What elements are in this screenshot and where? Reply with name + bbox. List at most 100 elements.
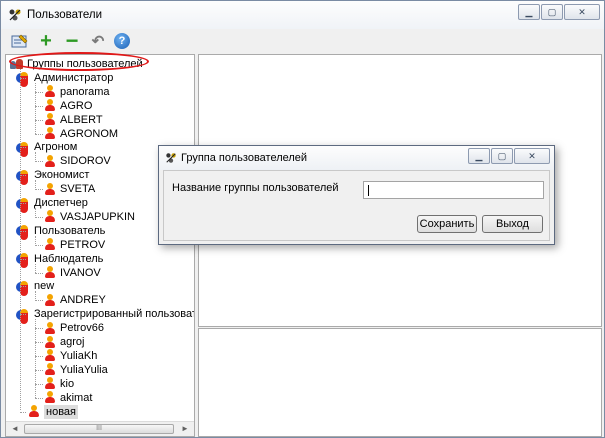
add-icon[interactable]: + bbox=[36, 31, 56, 51]
tree-user[interactable]: akimat bbox=[44, 391, 92, 405]
tree-hscrollbar[interactable]: ◄ III ► bbox=[6, 421, 194, 436]
text-caret bbox=[368, 185, 369, 196]
tree-label: AGRO bbox=[60, 99, 93, 112]
maximize-button[interactable]: ▢ bbox=[541, 4, 563, 20]
tree-label: новая bbox=[44, 404, 78, 419]
user-icon bbox=[44, 321, 56, 335]
tree-connector bbox=[35, 152, 36, 163]
scroll-right-arrow[interactable]: ► bbox=[177, 422, 193, 436]
user-icon bbox=[44, 127, 56, 140]
remove-icon[interactable]: − bbox=[62, 30, 82, 52]
user-icon bbox=[44, 99, 56, 112]
tree-user[interactable]: VASJAPUPKIN bbox=[44, 210, 135, 224]
window-controls: ▁ ▢ ✕ bbox=[518, 4, 600, 20]
tree-label: akimat bbox=[60, 391, 93, 404]
user-icon bbox=[44, 210, 56, 223]
tree-user[interactable]: YuliaYulia bbox=[44, 363, 108, 377]
user-icon bbox=[44, 363, 56, 376]
tree-user[interactable]: SVETA bbox=[44, 182, 95, 196]
tree-label: ALBERT bbox=[60, 113, 103, 126]
group-name-input[interactable] bbox=[363, 181, 544, 199]
edit-icon[interactable] bbox=[10, 31, 30, 51]
tree-user[interactable]: ANDREY bbox=[44, 293, 106, 307]
scroll-thumb[interactable]: III bbox=[24, 424, 174, 434]
tree-group[interactable]: Экономист bbox=[15, 168, 90, 185]
dialog-title: Группа пользователелей bbox=[181, 152, 308, 164]
tree-connector bbox=[35, 263, 36, 274]
user-icon bbox=[44, 113, 56, 126]
scroll-left-arrow[interactable]: ◄ bbox=[7, 422, 23, 436]
tree-label: Диспетчер bbox=[34, 197, 88, 209]
tree-label: YuliaKh bbox=[60, 349, 98, 362]
user-icon bbox=[44, 391, 56, 404]
minimize-button[interactable]: ▁ bbox=[518, 4, 540, 20]
tree-connector bbox=[35, 105, 43, 107]
tree-user[interactable]: AGRO bbox=[44, 99, 92, 113]
annotation-ellipse bbox=[9, 52, 149, 71]
tree-label: SIDOROV bbox=[60, 155, 111, 168]
user-icon bbox=[44, 182, 56, 196]
tree-item-selected[interactable]: новая bbox=[28, 404, 78, 419]
tree-label: PETROV bbox=[60, 238, 106, 251]
tree-user[interactable]: kio bbox=[44, 377, 74, 391]
tree-label: ANDREY bbox=[60, 294, 106, 307]
tree-label: new bbox=[34, 280, 55, 293]
tree-user[interactable]: panorama bbox=[44, 85, 110, 99]
tree-user[interactable]: ALBERT bbox=[44, 113, 103, 127]
back-icon[interactable]: ↶ bbox=[88, 31, 108, 51]
dialog-maximize-button[interactable]: ▢ bbox=[491, 148, 513, 164]
groups-tree[interactable]: Группы пользователей Администратор panoram… bbox=[5, 54, 195, 437]
group-dialog: Группа пользователелей ▁ ▢ ✕ Название гр… bbox=[158, 145, 555, 245]
tree-user[interactable]: IVANOV bbox=[44, 266, 101, 280]
tree-group[interactable]: Зарегистрированный пользоват bbox=[15, 307, 194, 324]
dialog-close-button[interactable]: ✕ bbox=[514, 148, 550, 164]
dialog-app-icon bbox=[166, 153, 176, 163]
tree-group[interactable]: Администратор bbox=[15, 71, 113, 88]
tree-label: kio bbox=[60, 377, 75, 390]
tree-label: Экономист bbox=[34, 169, 90, 182]
tree-user[interactable]: SIDOROV bbox=[44, 154, 111, 168]
close-button[interactable]: ✕ bbox=[564, 4, 600, 20]
tree-label: IVANOV bbox=[60, 266, 101, 279]
tree-user[interactable]: AGRONOM bbox=[44, 127, 118, 141]
dialog-controls: ▁ ▢ ✕ bbox=[468, 148, 550, 164]
tree-group[interactable]: Наблюдатель bbox=[15, 252, 104, 269]
tree-label: Наблюдатель bbox=[34, 252, 104, 265]
tree-user[interactable]: PETROV bbox=[44, 238, 105, 252]
dialog-titlebar[interactable]: Группа пользователелей ▁ ▢ ✕ bbox=[159, 146, 554, 170]
tree-user[interactable]: agroj bbox=[44, 335, 84, 349]
tree-connector bbox=[35, 216, 43, 218]
window-title: Пользователи bbox=[27, 9, 103, 21]
tree-label: Агроном bbox=[34, 141, 78, 154]
user-icon bbox=[44, 154, 56, 168]
tree-connector bbox=[35, 328, 43, 330]
user-icon bbox=[44, 238, 56, 251]
tree-connector bbox=[35, 383, 43, 385]
tree-connector bbox=[35, 82, 36, 135]
tree-connector bbox=[35, 369, 43, 371]
tree-user[interactable]: Petrov66 bbox=[44, 321, 104, 335]
tree-user[interactable]: YuliaKh bbox=[44, 349, 97, 363]
tree-group[interactable]: Пользователь bbox=[15, 224, 105, 241]
tree-connector bbox=[20, 286, 26, 288]
help-icon[interactable]: ? bbox=[114, 33, 130, 49]
tree-label: Petrov66 bbox=[60, 322, 105, 335]
exit-button[interactable]: Выход bbox=[482, 215, 543, 233]
tree-label: agroj bbox=[60, 336, 85, 348]
tree-connector bbox=[35, 207, 36, 218]
tree-label: SVETA bbox=[60, 183, 96, 196]
dialog-minimize-button[interactable]: ▁ bbox=[468, 148, 490, 164]
dialog-body: Название группы пользователей Сохранить … bbox=[163, 170, 550, 241]
save-button[interactable]: Сохранить bbox=[417, 215, 477, 233]
tree-label: AGRONOM bbox=[60, 127, 119, 140]
tree-connector bbox=[35, 355, 43, 357]
user-icon bbox=[44, 335, 56, 349]
window-titlebar[interactable]: Пользователи ▁ ▢ ✕ bbox=[1, 1, 604, 29]
tree-connector bbox=[20, 230, 26, 232]
app-icon bbox=[9, 9, 21, 21]
tree-connector bbox=[35, 272, 43, 274]
tree-connector bbox=[20, 411, 26, 413]
toolbar: + − ↶ ? bbox=[2, 29, 603, 53]
tree-label: panorama bbox=[60, 85, 110, 98]
tree-connector bbox=[35, 397, 43, 399]
